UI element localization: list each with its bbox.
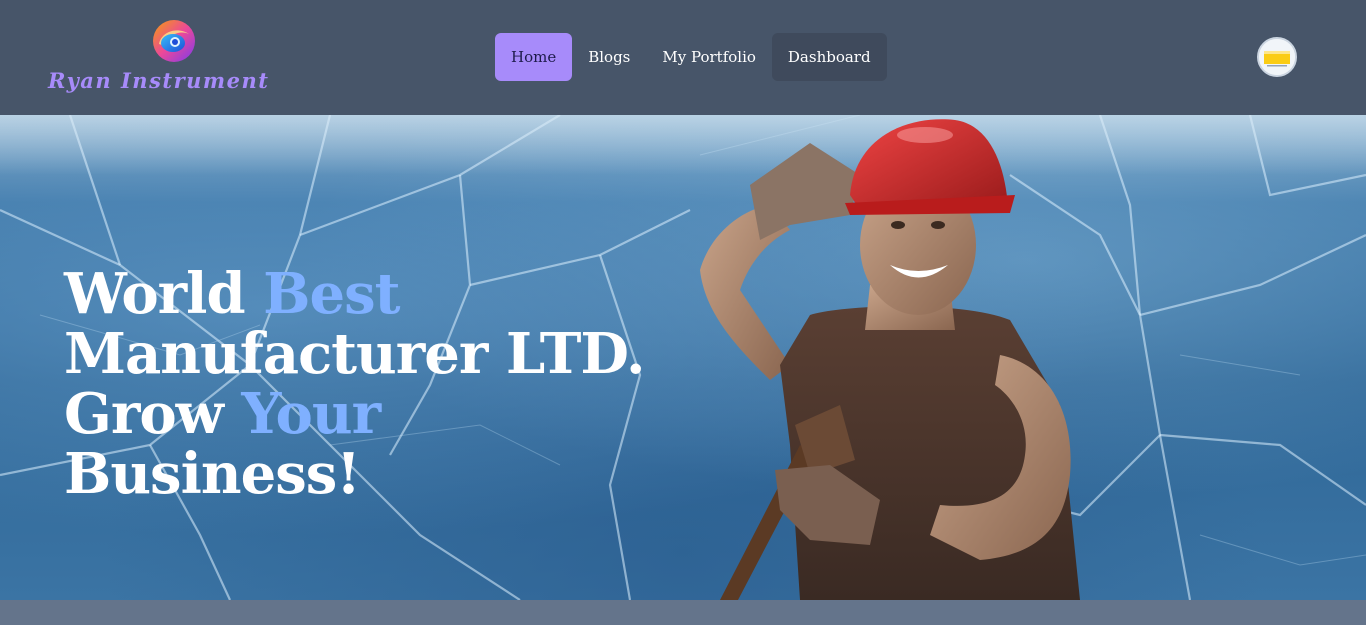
main-nav: Home Blogs My Portfolio Dashboard <box>495 33 887 81</box>
page-bottom-band <box>0 600 1366 625</box>
user-avatar[interactable] <box>1257 37 1297 77</box>
headline-line-2: Manufacturer LTD. <box>64 321 645 387</box>
hero-banner: World Best Manufacturer LTD. Grow Your B… <box>0 115 1366 600</box>
nav-home[interactable]: Home <box>495 33 573 81</box>
headline-line-1: World Best <box>64 261 400 327</box>
nav-my-portfolio[interactable]: My Portfolio <box>646 33 772 81</box>
headline-line-3: Grow Your <box>64 381 381 447</box>
headline-line-4: Business! <box>64 441 361 507</box>
brand[interactable]: Ryan Instrument <box>48 18 298 98</box>
user-avatar-icon <box>1259 39 1295 75</box>
construction-worker-image <box>700 119 1080 600</box>
brand-name: Ryan Instrument <box>48 68 270 93</box>
hero-headline: World Best Manufacturer LTD. Grow Your B… <box>64 264 684 504</box>
nav-dashboard[interactable]: Dashboard <box>771 33 887 81</box>
navbar: Ryan Instrument Home Blogs My Portfolio … <box>0 0 1366 115</box>
orb-logo-icon <box>153 20 195 62</box>
nav-blogs[interactable]: Blogs <box>572 33 646 81</box>
